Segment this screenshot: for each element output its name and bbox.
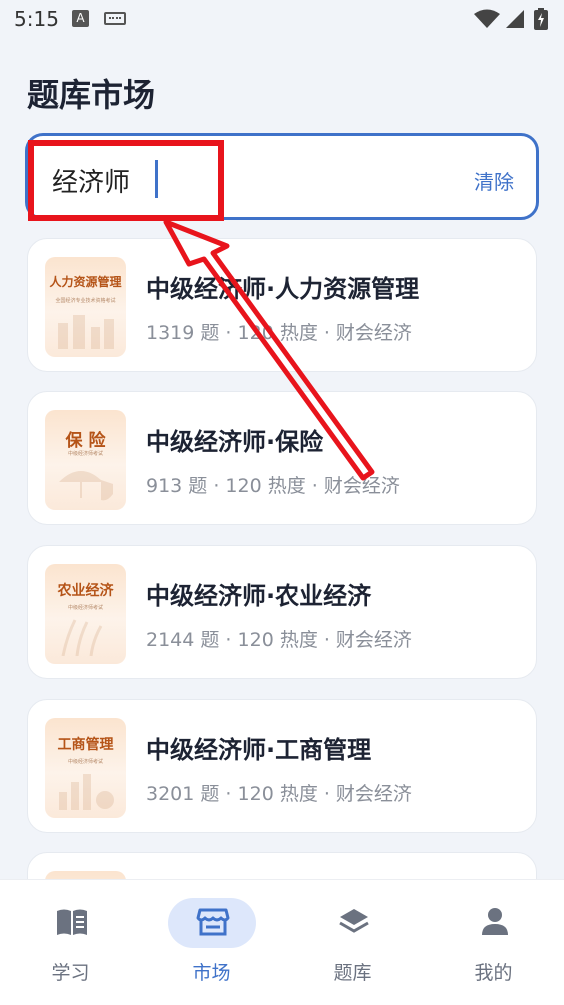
- search-input[interactable]: [52, 163, 432, 197]
- list-item[interactable]: 农业经济 中级经济师考试 中级经济师·农业经济 2144 题 · 120 热度 …: [27, 545, 537, 679]
- wheat-illustration: [61, 619, 103, 656]
- status-bar: 5:15 A: [0, 0, 564, 38]
- cover-title: 人力资源管理: [49, 275, 122, 289]
- nav-icon-container: [450, 898, 538, 948]
- item-meta: 1319 题 · 120 热度 · 财会经济: [146, 322, 412, 344]
- item-meta: 2144 题 · 120 热度 · 财会经济: [146, 629, 412, 651]
- search-box[interactable]: 清除: [25, 133, 539, 220]
- nav-icon-container: [27, 898, 115, 948]
- item-title: 中级经济师·人力资源管理: [146, 275, 420, 303]
- person-icon: [481, 908, 508, 935]
- cover-subtitle: 全国经济专业技术资格考试: [55, 298, 116, 304]
- nav-label: 市场: [192, 962, 231, 984]
- battery-icon: [534, 8, 548, 30]
- signal-icon: [506, 10, 524, 28]
- list-item[interactable]: 工商管理 中级经济师考试 中级经济师·工商管理 3201 题 · 120 热度 …: [27, 699, 537, 833]
- page-title: 题库市场: [27, 76, 156, 114]
- list-item[interactable]: 保 险 中级经济师考试 中级经济师·保险 913 题 · 120 热度 · 财会…: [27, 391, 537, 525]
- nav-label: 学习: [51, 962, 90, 984]
- book-cover: 农业经济 中级经济师考试: [45, 564, 126, 664]
- cover-subtitle: 中级经济师考试: [67, 759, 103, 765]
- cover-title: 工商管理: [57, 737, 114, 753]
- item-title: 中级经济师·工商管理: [146, 736, 372, 764]
- book-cover: 保 险 中级经济师考试: [45, 410, 126, 510]
- book-cover: 人力资源管理 全国经济专业技术资格考试: [45, 257, 126, 357]
- nav-label: 我的: [474, 962, 513, 984]
- cover-title: 农业经济: [57, 583, 114, 599]
- item-meta: 3201 题 · 120 热度 · 财会经济: [146, 783, 412, 805]
- book-cover: 工商管理 中级经济师考试: [45, 718, 126, 818]
- nav-item-study[interactable]: 学习: [0, 880, 141, 1005]
- cover-subtitle: 中级经济师考试: [67, 451, 103, 457]
- text-caret: [155, 160, 158, 198]
- nav-item-question-bank[interactable]: 题库: [282, 880, 423, 1005]
- item-title: 中级经济师·农业经济: [146, 582, 372, 610]
- umbrella-shield-illustration: [59, 471, 113, 501]
- layers-icon: [338, 909, 369, 933]
- wifi-icon: [474, 9, 500, 28]
- cover-title: 保 险: [65, 431, 106, 451]
- item-meta: 913 题 · 120 热度 · 财会经济: [146, 475, 400, 497]
- status-time: 5:15: [14, 7, 59, 31]
- nav-label: 题库: [333, 962, 372, 984]
- cover-subtitle: 中级经济师考试: [67, 605, 103, 611]
- book-icon: [56, 909, 87, 935]
- clear-button[interactable]: 清除: [474, 166, 514, 195]
- building-chart-illustration: [59, 774, 114, 810]
- city-illustration: [58, 315, 114, 349]
- status-icons: [474, 8, 554, 30]
- keyboard-icon: [104, 12, 126, 25]
- store-icon: [196, 908, 229, 936]
- nav-icon-container: [309, 898, 397, 948]
- nav-icon-container: [167, 898, 256, 948]
- bottom-nav: 学习 市场 题库 我的: [0, 879, 564, 1005]
- nav-item-market[interactable]: 市场: [141, 880, 282, 1005]
- notification-a-icon: A: [72, 10, 89, 27]
- nav-item-mine[interactable]: 我的: [423, 880, 564, 1005]
- list-item[interactable]: 人力资源管理 全国经济专业技术资格考试 中级经济师·人力资源管理 1319 题 …: [27, 238, 537, 372]
- item-title: 中级经济师·保险: [146, 428, 324, 456]
